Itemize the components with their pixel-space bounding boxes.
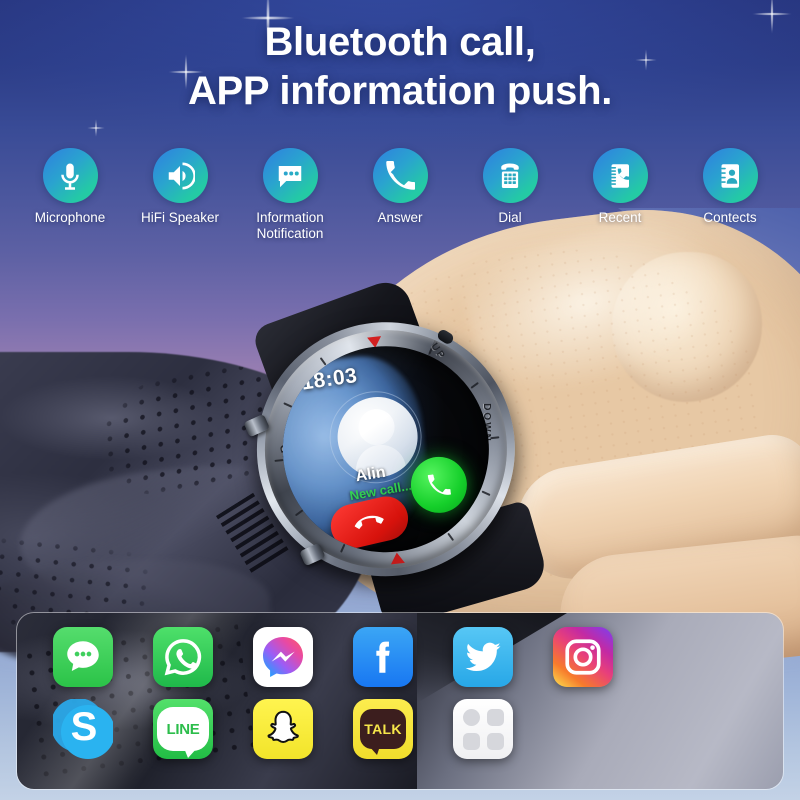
- feature-label: Answer: [377, 210, 423, 225]
- bezel-marker-bottom: [389, 551, 405, 565]
- title-line-1: Bluetooth call,: [264, 20, 536, 64]
- app-icon-messenger[interactable]: [253, 627, 313, 687]
- snapchat-ghost-icon: [267, 710, 299, 744]
- instagram-icon: [565, 639, 601, 675]
- feature-label: Contects: [703, 210, 757, 225]
- whatsapp-icon: [164, 639, 202, 676]
- feature-information-notification[interactable]: Information Notification: [238, 148, 342, 242]
- phone-handset-icon: [427, 473, 452, 497]
- app-icon-whatsapp[interactable]: [153, 627, 213, 687]
- smartwatch: SOUND UP DOWN 18:03 Alin New call...: [228, 275, 550, 630]
- feature-label: Recent: [598, 210, 642, 225]
- skype-letter: S: [70, 705, 98, 749]
- contacts-book-icon: [702, 148, 758, 203]
- feature-label-line-1: Information: [256, 210, 324, 225]
- facebook-icon: [376, 641, 390, 673]
- feature-label: HiFi Speaker: [140, 210, 220, 225]
- line-bubble: LINE: [157, 707, 209, 758]
- speaker-icon: [152, 148, 208, 203]
- app-icon-line[interactable]: LINE: [153, 699, 213, 759]
- app-icon-twitter[interactable]: [453, 627, 513, 687]
- phone-handset-icon: [372, 148, 428, 203]
- app-icon-instagram[interactable]: [553, 627, 613, 687]
- feature-hifi-speaker[interactable]: HiFi Speaker: [128, 148, 232, 242]
- app-icon-skype[interactable]: S: [53, 699, 113, 759]
- app-icon-grid: S LINE TALK: [53, 627, 613, 771]
- app-icon-more-apps[interactable]: [453, 699, 513, 759]
- feature-answer[interactable]: Answer: [348, 148, 452, 242]
- kakaotalk-bubble: TALK: [360, 709, 406, 755]
- app-icon-messages[interactable]: [53, 627, 113, 687]
- microphone-icon: [42, 148, 98, 203]
- app-icon-facebook[interactable]: [353, 627, 413, 687]
- page-title: Bluetooth call, APP information push.: [0, 18, 800, 116]
- product-banner: SOUND UP DOWN 18:03 Alin New call...: [0, 0, 800, 800]
- feature-label: Dial: [498, 210, 522, 225]
- phone-hangup-icon: [354, 507, 384, 537]
- app-notification-panel: S LINE TALK: [16, 612, 784, 790]
- grid-icon: [462, 708, 504, 750]
- app-row-1: [53, 627, 613, 687]
- feature-label-line-2: Notification: [256, 226, 324, 242]
- feature-label: Microphone: [34, 210, 106, 225]
- line-wordmark: LINE: [166, 720, 200, 738]
- kakaotalk-wordmark: TALK: [364, 721, 402, 737]
- app-row-2: S LINE TALK: [53, 699, 613, 759]
- feature-microphone[interactable]: Microphone: [18, 148, 122, 242]
- messenger-icon: [263, 637, 303, 677]
- feature-contacts[interactable]: Contects: [678, 148, 782, 242]
- sms-bubble-icon: [67, 641, 99, 671]
- dial-pad-phone-icon: [482, 148, 538, 203]
- feature-recent[interactable]: Recent: [568, 148, 672, 242]
- app-icon-kakaotalk[interactable]: TALK: [353, 699, 413, 759]
- feature-label: Information Notification: [238, 210, 342, 242]
- twitter-bird-icon: [465, 642, 501, 672]
- feature-icon-row: Microphone HiFi Speaker Information Noti…: [0, 148, 800, 242]
- chat-bubble-icon: [262, 148, 318, 203]
- app-icon-snapchat[interactable]: [253, 699, 313, 759]
- title-line-2: APP information push.: [187, 68, 613, 113]
- feature-dial[interactable]: Dial: [458, 148, 562, 242]
- call-log-book-icon: [592, 148, 648, 203]
